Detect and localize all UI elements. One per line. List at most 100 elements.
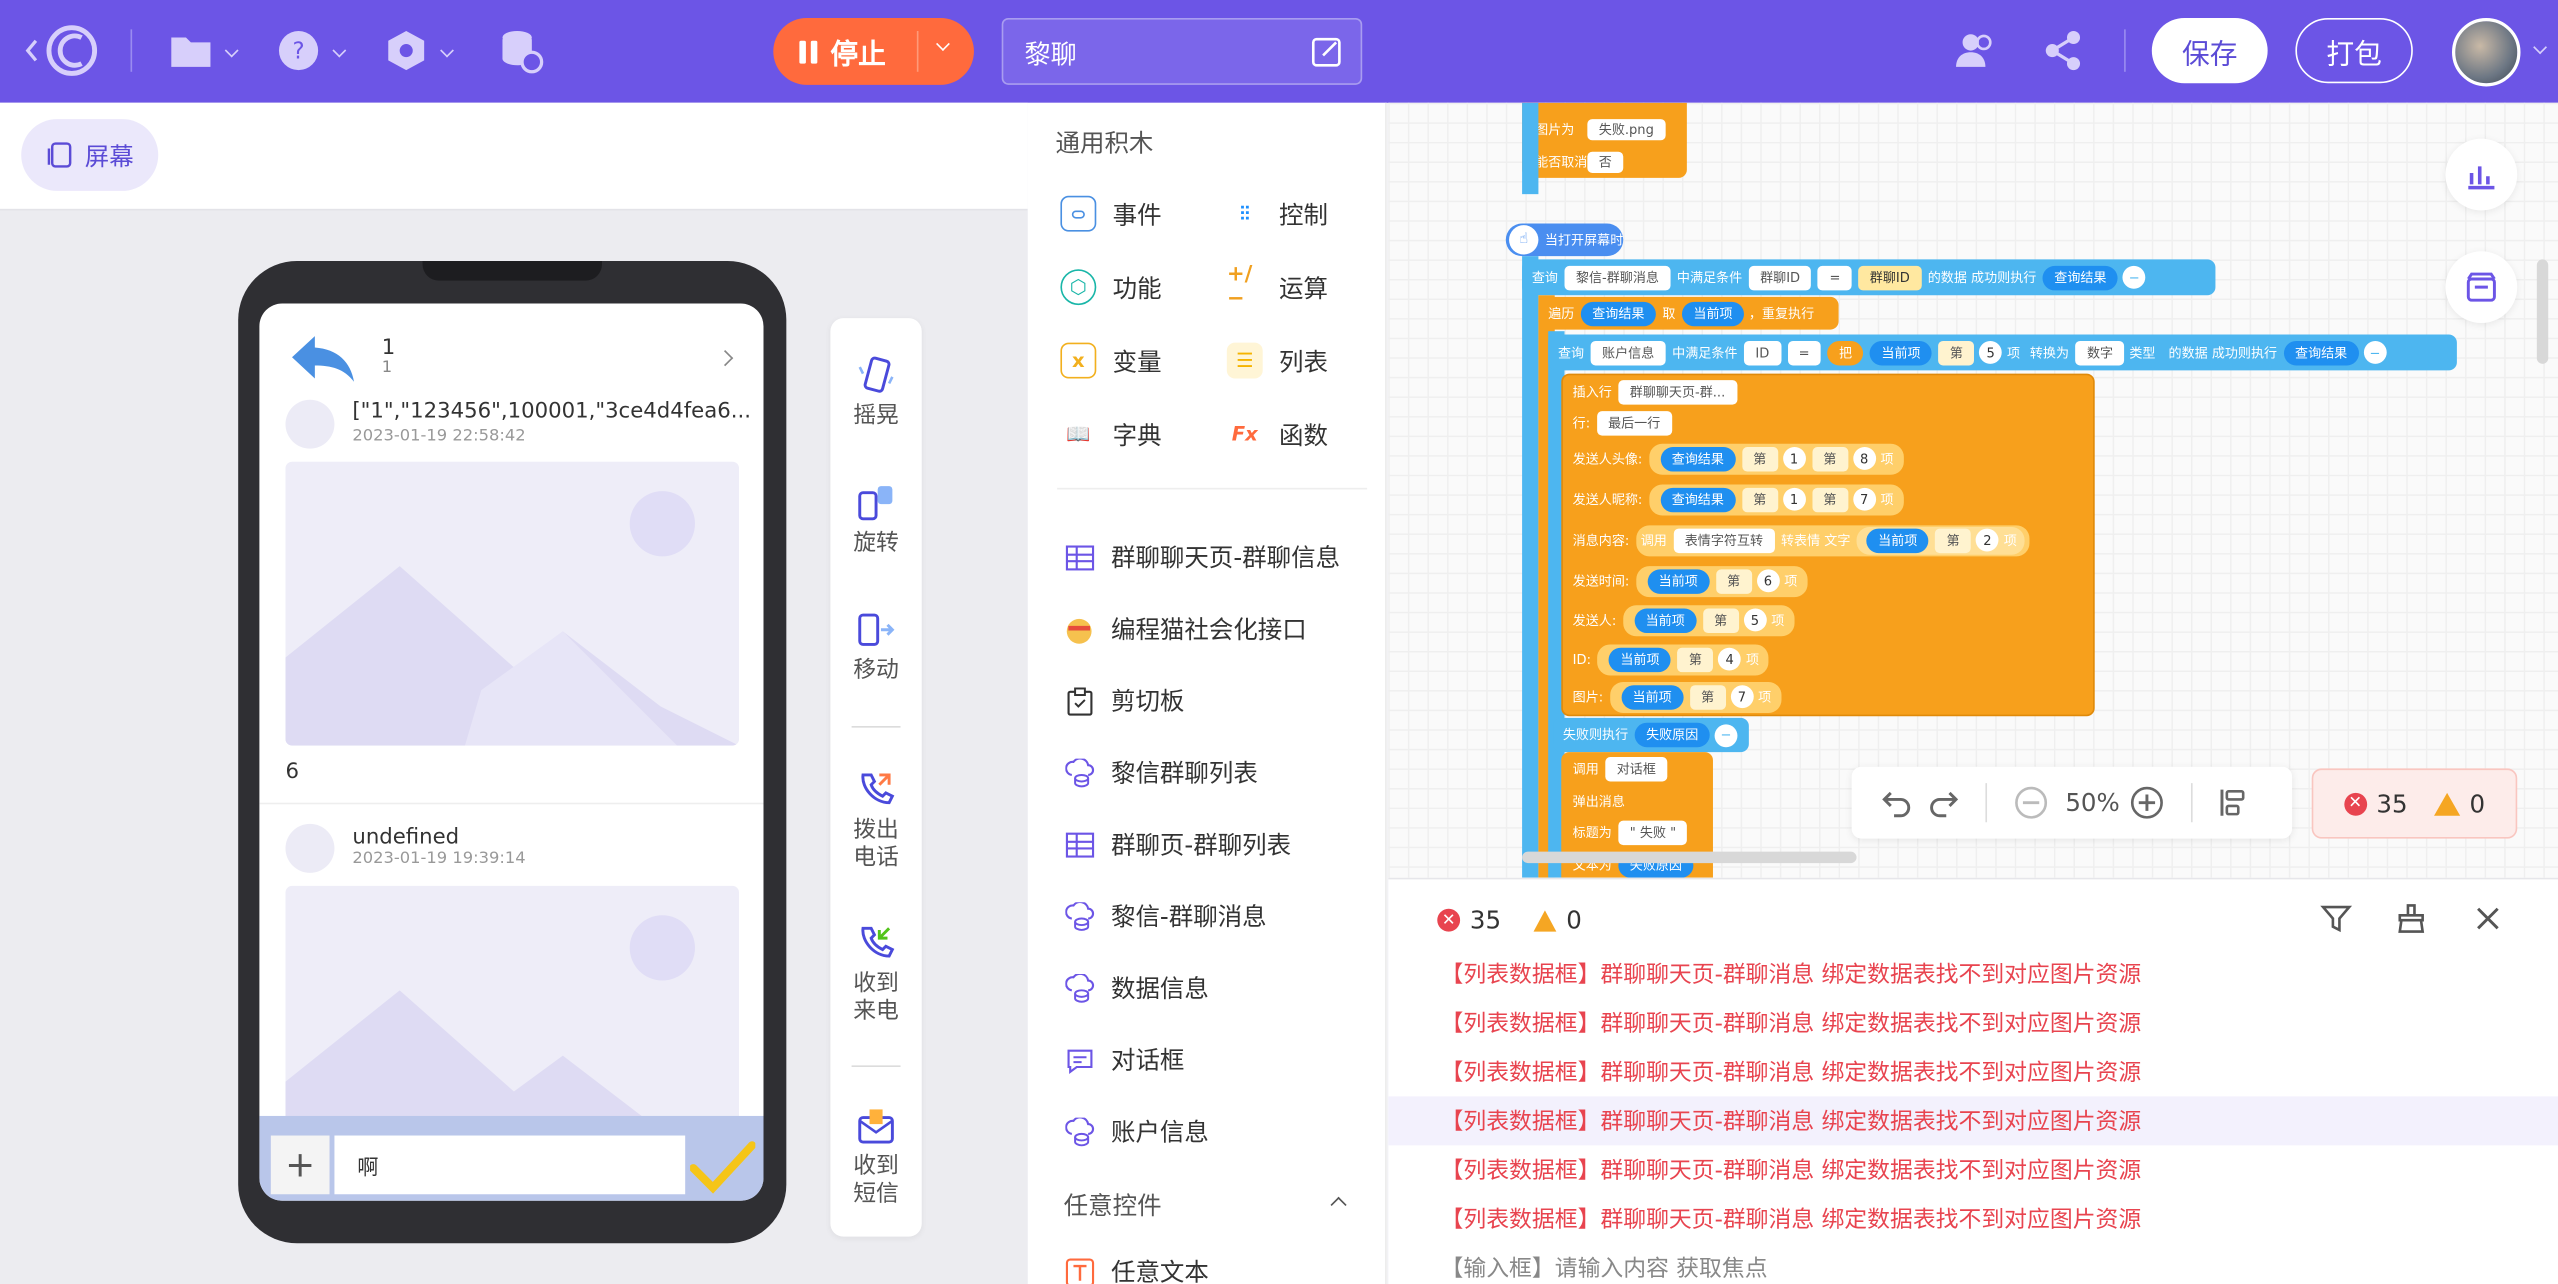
category-list[interactable]: ☰ 列表 [1226,342,1328,379]
block-item[interactable]: 剪切板 [1064,684,1184,718]
user-avatar[interactable] [2451,17,2521,87]
block-var[interactable]: 当前项 [1621,684,1684,709]
block-field[interactable]: 第 [1938,340,1975,365]
block-number[interactable]: 5 [1743,608,1767,632]
fail-block[interactable]: 失败则执行 失败原因 − [1553,717,1749,753]
chevron-right-icon[interactable] [717,350,734,367]
block-field[interactable]: 群聊ID [1858,265,1922,290]
block-field[interactable]: 黎信-群聊消息 [1564,265,1671,290]
align-blocks-icon[interactable] [2219,786,2248,819]
collapse-icon[interactable]: − [2363,340,2387,364]
project-name-field[interactable]: 黎聊 [1001,17,1363,85]
help-menu-button[interactable]: ? [271,23,349,78]
block-item[interactable]: 数据信息 [1064,971,1209,1005]
close-icon[interactable] [2473,904,2502,933]
event-block[interactable]: ☝ 当打开屏幕时 [1505,223,1624,257]
block-field[interactable]: " 失败 " [1618,819,1688,845]
block-var[interactable]: 查询结果 [1660,446,1736,471]
block-var[interactable]: 查询结果 [1660,487,1736,512]
block-field[interactable]: 第 [1702,607,1739,633]
block-number[interactable]: 5 [1979,340,2003,364]
category-event[interactable]: 事件 [1060,195,1162,232]
share-icon[interactable] [2043,28,2085,74]
block-number[interactable]: 4 [1718,647,1742,671]
code-workspace[interactable]: 图片为 失败.png 能否取消 否 ☝ 当打开屏幕时 查询 黎信-群聊消息 中满… [1388,102,2558,878]
block-var[interactable]: 当前项 [1608,646,1671,672]
shake-tool[interactable]: 摇晃 [830,354,921,431]
console-log-line[interactable]: 【列表数据框】群聊聊天页-群聊消息 绑定数据表找不到对应图片资源 [1388,950,2558,999]
loop-block[interactable]: 遍历 查询结果 取 当前项 ，重复执行 [1538,296,1839,330]
block-var[interactable]: 查询结果 [2042,265,2118,290]
block-number[interactable]: 1 [1782,487,1806,511]
filter-icon[interactable] [2320,902,2353,935]
block-number[interactable]: 7 [1730,685,1754,709]
checkmark-send-icon[interactable] [690,1139,756,1194]
block-field[interactable]: = [1787,340,1822,365]
query-block[interactable]: 查询 账户信息 中满足条件 ID = 把 当前项 第 5 项 转换为 数字 类型… [1548,334,2457,371]
move-tool[interactable]: 移动 [830,609,921,686]
block-number[interactable]: 8 [1852,447,1876,470]
block-field[interactable]: ID [1743,340,1781,365]
block-field[interactable]: 第 [1689,684,1726,709]
edit-icon[interactable] [1310,36,1343,69]
block-item[interactable]: 账户信息 [1064,1114,1209,1148]
block-item[interactable]: 群聊聊天页-群聊信息 [1064,540,1340,574]
category-function-def[interactable]: Fx 函数 [1227,416,1328,452]
chevron-down-icon[interactable] [936,37,950,51]
dialog-block[interactable]: 图片为 失败.png 能否取消 否 [1522,102,1687,178]
rotate-tool[interactable]: 旋转 [830,481,921,558]
collapse-icon[interactable]: − [1714,723,1738,747]
settings-menu-button[interactable] [378,23,456,78]
block-var[interactable]: 当前项 [1634,607,1697,633]
query-block[interactable]: 查询 黎信-群聊消息 中满足条件 群聊ID = 群聊ID 的数据 成功则执行 查… [1522,259,2216,296]
screen-button[interactable]: 屏幕 [21,119,159,191]
back-logo-button[interactable] [20,23,105,78]
zoom-out-icon[interactable] [2013,785,2049,821]
block-var[interactable]: 当前项 [1869,340,1932,365]
collapse-icon[interactable]: − [2122,265,2146,289]
block-field[interactable]: 第 [1812,446,1848,471]
category-control[interactable]: ⫶⫶ 控制 [1227,196,1328,232]
save-button[interactable]: 保存 [2151,17,2268,84]
block-item[interactable]: 对话框 [1064,1043,1184,1077]
block-item[interactable]: 黎信群聊列表 [1064,755,1258,789]
chevron-up-icon[interactable] [1330,1196,1347,1213]
block-var[interactable]: 失败原因 [1634,722,1710,748]
block-field[interactable]: 第 [1677,646,1714,672]
add-button[interactable]: + [270,1135,330,1195]
block-var[interactable]: 当前项 [1681,301,1744,326]
block-var[interactable]: 当前项 [1866,527,1929,553]
block-field[interactable]: 表情字符互转 [1673,527,1775,553]
console-log-line[interactable]: 【输入框】请输入内容 获取焦点 [1388,1243,2558,1284]
block-field[interactable]: 群聊聊天页-群... [1618,379,1737,404]
block-number[interactable]: 2 [1976,528,1999,552]
block-field[interactable]: = [1818,265,1852,290]
reply-back-icon[interactable] [289,333,358,385]
vertical-scrollbar[interactable] [2536,259,2549,364]
category-dictionary[interactable]: 📖 字典 [1060,416,1161,452]
file-menu-button[interactable] [163,23,241,78]
block-field[interactable]: 失败.png [1587,119,1666,141]
clear-brush-icon[interactable] [2395,902,2428,935]
block-field[interactable]: 对话框 [1605,756,1668,781]
block-number[interactable]: 6 [1756,569,1780,593]
block-field[interactable]: 第 [1741,487,1778,512]
category-operator[interactable]: +/− 运算 [1227,263,1328,312]
block-field[interactable]: 第 [1715,568,1752,594]
block-item[interactable]: 任意文本 [1064,1255,1209,1284]
block-field[interactable]: 否 [1587,151,1624,173]
stats-button[interactable] [2445,138,2518,211]
undo-icon[interactable] [1881,786,1914,819]
block-number[interactable]: 7 [1852,487,1876,511]
block-item[interactable]: 编程猫社会化接口 [1064,612,1307,646]
console-log-line[interactable]: 【列表数据框】群聊聊天页-群聊消息 绑定数据表找不到对应图片资源 [1388,998,2558,1047]
block-field[interactable]: 群聊ID [1748,265,1812,290]
collaborators-icon[interactable] [1953,28,1999,74]
console-log-line[interactable]: 【列表数据框】群聊聊天页-群聊消息 绑定数据表找不到对应图片资源 [1388,1145,2558,1194]
database-button[interactable] [493,23,548,78]
redo-icon[interactable] [1927,786,1960,819]
block-var[interactable]: 当前项 [1647,568,1710,594]
message-input[interactable]: 啊 [334,1135,686,1195]
block-number[interactable]: 1 [1782,447,1806,470]
error-summary-button[interactable]: ✕ 35 0 [2311,768,2518,839]
